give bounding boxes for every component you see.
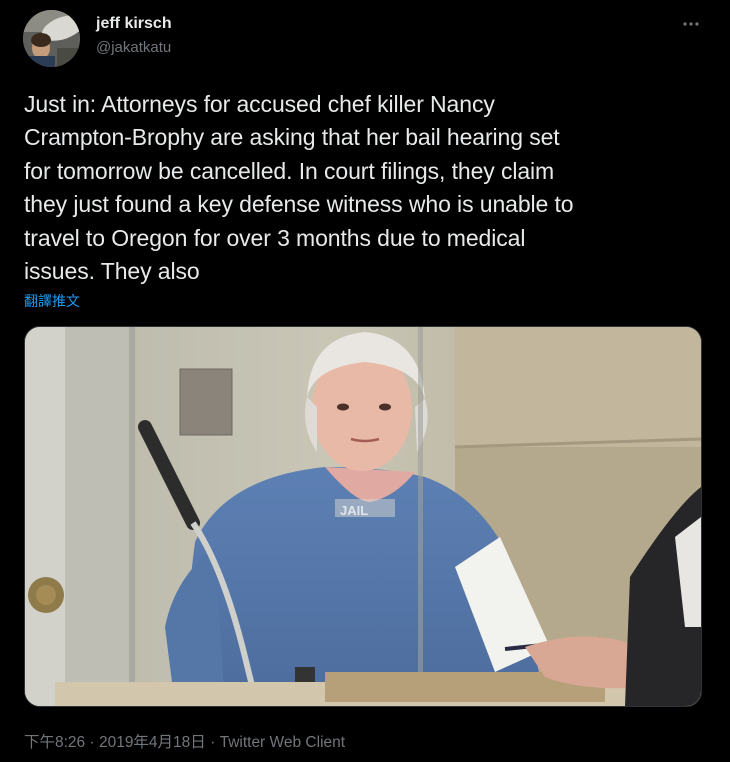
- tweet-media-image[interactable]: JAIL: [24, 326, 702, 707]
- tweet-client[interactable]: Twitter Web Client: [220, 734, 345, 751]
- tweet-time[interactable]: 下午8:26: [24, 734, 85, 751]
- tweet-meta: 下午8:26 · 2019年4月18日 · Twitter Web Client: [24, 730, 345, 752]
- user-avatar[interactable]: [23, 10, 80, 67]
- more-horizontal-icon[interactable]: [676, 9, 706, 39]
- display-name[interactable]: jeff kirsch: [96, 15, 172, 33]
- glass-text: JAIL: [340, 503, 368, 518]
- tweet-text: Just in: Attorneys for accused chef kill…: [24, 91, 574, 285]
- translate-tweet-link[interactable]: 翻譯推文: [24, 291, 80, 311]
- avatar-image: [23, 10, 80, 67]
- tweet: jeff kirsch @jakatkatu Just in: Attorney…: [0, 0, 730, 762]
- user-handle[interactable]: @jakatkatu: [96, 39, 171, 56]
- meta-separator: ·: [205, 734, 220, 751]
- meta-separator: ·: [85, 734, 99, 751]
- tweet-date[interactable]: 2019年4月18日: [99, 734, 206, 751]
